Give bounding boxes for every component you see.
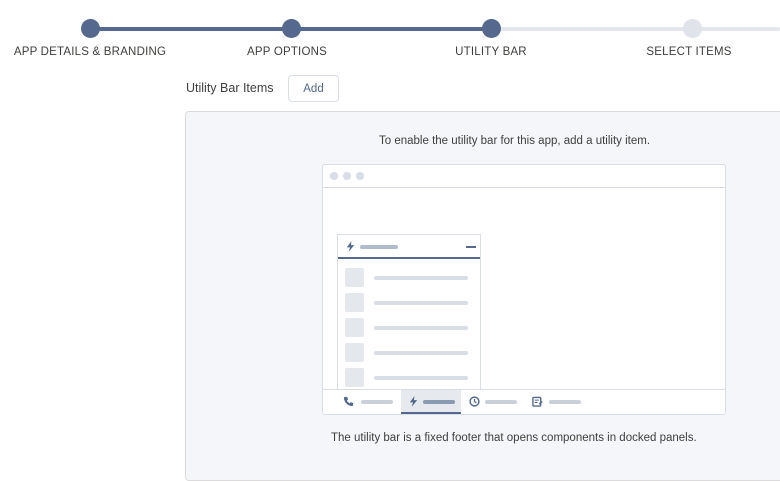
list-item-thumbnail <box>345 318 364 337</box>
utility-item-placeholder <box>549 400 581 404</box>
docked-panel-header <box>338 235 480 259</box>
utility-bar-description: The utility bar is a fixed footer that o… <box>331 432 697 444</box>
window-dot-icon <box>343 172 351 180</box>
browser-title-bar <box>323 165 725 188</box>
add-utility-item-button[interactable]: Add <box>288 75 339 102</box>
lightning-icon <box>346 241 355 252</box>
step-2-marker[interactable] <box>282 19 301 38</box>
docked-panel-illustration <box>337 234 481 390</box>
step-3-marker[interactable] <box>482 19 501 38</box>
list-item-placeholder <box>374 376 468 380</box>
list-item-thumbnail <box>345 343 364 362</box>
list-item-placeholder <box>374 276 468 280</box>
minimize-icon <box>466 246 476 248</box>
progress-stepper: APP DETAILS & BRANDING APP OPTIONS UTILI… <box>0 0 780 70</box>
docked-panel-title-placeholder <box>360 245 398 249</box>
utility-bar-illustration-footer <box>323 389 725 414</box>
window-dot-icon <box>330 172 338 180</box>
utility-bar-illustration <box>322 164 726 415</box>
utility-bar-items-label: Utility Bar Items <box>186 81 274 95</box>
empty-state-message: To enable the utility bar for this app, … <box>379 135 651 147</box>
step-1-label: APP DETAILS & BRANDING <box>13 46 167 58</box>
list-item-placeholder <box>374 351 468 355</box>
step-4-marker <box>683 19 702 38</box>
utility-item-clock <box>463 390 525 414</box>
phone-icon <box>343 396 354 407</box>
window-dot-icon <box>356 172 364 180</box>
list-item-thumbnail <box>345 268 364 287</box>
step-3-label: UTILITY BAR <box>455 46 527 58</box>
step-4-label: SELECT ITEMS <box>646 46 732 58</box>
utility-item-placeholder <box>485 400 517 404</box>
list-item-placeholder <box>374 301 468 305</box>
utility-item-placeholder <box>423 400 455 404</box>
list-item-thumbnail <box>345 368 364 387</box>
utility-item-lightning <box>401 390 461 414</box>
list-item-placeholder <box>374 326 468 330</box>
clock-icon <box>469 396 480 407</box>
list-item-thumbnail <box>345 293 364 312</box>
progress-bar-remaining <box>491 27 780 31</box>
step-2-label: APP OPTIONS <box>247 46 327 58</box>
utility-item-placeholder <box>361 400 393 404</box>
utility-item-phone <box>337 390 401 414</box>
lightning-icon <box>409 396 418 407</box>
step-1-marker[interactable] <box>81 19 100 38</box>
note-icon <box>532 396 543 407</box>
utility-item-note <box>527 390 591 414</box>
